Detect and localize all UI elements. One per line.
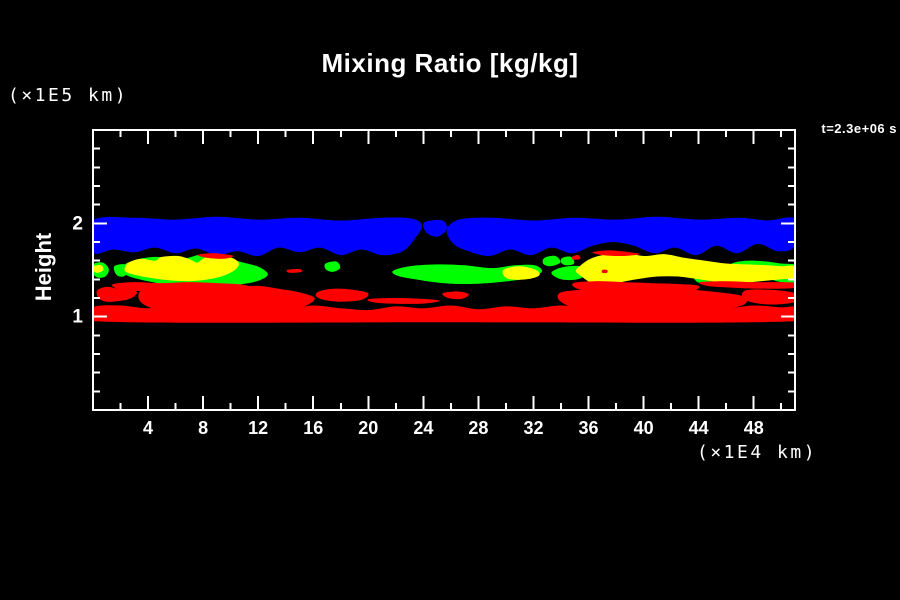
x-tick-label: 12	[248, 418, 268, 438]
x-tick-label: 44	[689, 418, 709, 438]
x-tick-label: 40	[634, 418, 654, 438]
chart-title: Mixing Ratio [kg/kg]	[0, 48, 900, 79]
x-axis-units-label: (×1E4 km)	[697, 442, 817, 463]
x-tick-label: 28	[468, 418, 488, 438]
red-band-blob	[287, 269, 303, 273]
x-tick-label: 36	[579, 418, 599, 438]
red-band-blob	[699, 281, 798, 289]
x-tick-label: 32	[523, 418, 543, 438]
contour-figure: 481216202428323640444812 Mixing Ratio [k…	[0, 0, 900, 600]
red-band-blob	[316, 289, 369, 302]
green-band-blob	[324, 261, 340, 272]
red-band-blob	[558, 288, 747, 311]
blue-band-blob	[89, 217, 422, 256]
x-tick-label: 8	[198, 418, 208, 438]
x-tick-label: 16	[303, 418, 323, 438]
y-axis-title: Height	[31, 233, 57, 301]
layer-blue-band	[89, 217, 798, 256]
y-tick-label: 1	[72, 307, 83, 328]
x-tick-label: 24	[413, 418, 433, 438]
green-band-blob	[543, 256, 561, 267]
contour-plot: 481216202428323640444812	[0, 0, 900, 600]
x-tick-label: 20	[358, 418, 378, 438]
time-annotation: t=2.3e+06 s	[821, 121, 897, 136]
red-band-blob	[572, 255, 581, 260]
red-band-blob	[602, 270, 608, 274]
contour-layers	[66, 217, 822, 323]
x-tick-label: 4	[143, 418, 153, 438]
red-band-blob	[367, 298, 439, 304]
red-band-blob	[742, 289, 797, 304]
y-axis-units-label: (×1E5 km)	[8, 85, 128, 106]
blue-band-blob	[447, 217, 798, 256]
x-tick-label: 48	[744, 418, 764, 438]
red-band-blob	[442, 291, 469, 299]
yellow-band-blob	[576, 252, 797, 286]
blue-band-blob	[423, 220, 447, 237]
y-tick-label: 2	[72, 213, 83, 234]
red-band-blob	[593, 250, 640, 256]
